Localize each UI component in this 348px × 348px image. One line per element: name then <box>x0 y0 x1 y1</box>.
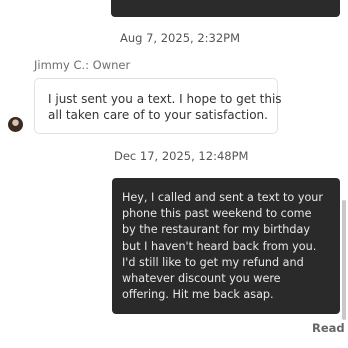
message-line: whatever discount you were <box>122 272 281 286</box>
message-line: but I haven't heard back from you. <box>122 239 317 253</box>
message-line: I'd still like to get my refund and <box>122 255 304 269</box>
read-receipt: Read <box>312 321 345 335</box>
previous-outgoing-message <box>111 0 340 17</box>
message-line: phone this past weekend to come <box>122 207 312 221</box>
message-line: offering. Hit me back asap. <box>122 288 274 302</box>
owner-avatar[interactable] <box>8 117 23 132</box>
message-line: by the restaurant for my birthday <box>122 223 310 237</box>
message-line: Hey, I called and sent a text to your <box>122 191 323 204</box>
previous-message-text-fragment <box>171 9 231 14</box>
message-timestamp: Aug 7, 2025, 2:32PM <box>120 31 240 45</box>
message-line: all taken care of to your satisfaction. <box>48 108 268 122</box>
incoming-message-bubble: I just sent you a text. I hope to get th… <box>34 78 282 134</box>
scrollbar[interactable] <box>342 200 346 320</box>
sender-label: Jimmy C.: Owner <box>34 58 131 72</box>
message-timestamp: Dec 17, 2025, 12:48PM <box>114 149 249 163</box>
message-line: I just sent you a text. I hope to get th… <box>48 92 282 106</box>
outgoing-message-bubble: Hey, I called and sent a text to your ph… <box>112 178 340 314</box>
